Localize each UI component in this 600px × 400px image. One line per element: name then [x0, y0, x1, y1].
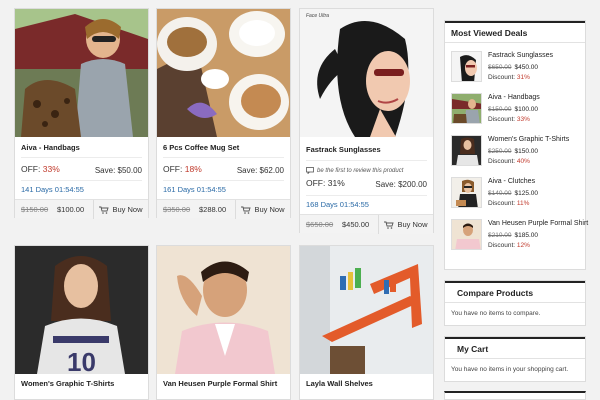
compare-products-title: Compare Products: [445, 281, 585, 303]
deal-discount: Discount: 33%: [488, 116, 530, 123]
deal-item[interactable]: Aiva - Handbags $150.00 $100.00 Discount:…: [451, 93, 583, 125]
deal-countdown: 168 Days 01:54:55: [306, 200, 369, 209]
new-price: $288.00: [199, 205, 227, 214]
deal-item[interactable]: Women's Graphic T-Shirts $250.00 $150.00 …: [451, 135, 583, 167]
old-price: $150.00: [21, 205, 49, 214]
deal-thumbnail[interactable]: [451, 93, 482, 124]
deal-item[interactable]: Van Heusen Purple Formal Shirt $210.00 $1…: [451, 219, 588, 251]
price-bar: $650.00 $450.00 Buy Now: [300, 214, 433, 234]
divider: [306, 160, 427, 161]
deal-name[interactable]: Women's Graphic T-Shirts: [488, 136, 569, 143]
compare-empty-message: You have no items to compare.: [451, 310, 541, 317]
deal-item[interactable]: Aiva - Clutches $140.00 $125.00 Discount:…: [451, 177, 583, 209]
save-amount: Save: $50.00: [94, 166, 142, 175]
cart-icon: [241, 206, 252, 214]
comment-icon: [306, 167, 314, 174]
deal-thumbnail[interactable]: [451, 219, 482, 250]
product-card-coffee-mug-set[interactable]: 6 Pcs Coffee Mug Set OFF: 18% Save: $62.…: [156, 8, 291, 219]
product-card-handbags[interactable]: Aiva - Handbags OFF: 33% Save: $50.00 14…: [14, 8, 149, 219]
review-link[interactable]: be the first to review this product: [306, 167, 403, 174]
most-viewed-deals-title: Most Viewed Deals: [445, 21, 585, 43]
cart-icon: [99, 206, 110, 214]
price-bar: $350.00 $288.00 Buy Now: [157, 199, 290, 219]
buy-now-button[interactable]: Buy Now: [93, 200, 148, 219]
save-amount: Save: $200.00: [375, 180, 427, 189]
product-card-formal-shirt[interactable]: Van Heusen Purple Formal Shirt: [156, 245, 291, 400]
old-price: $350.00: [163, 205, 191, 214]
discount-text: OFF: 31%: [306, 178, 345, 188]
discount-percent: 33%: [42, 164, 60, 174]
new-price: $100.00: [57, 205, 85, 214]
old-price: $650.00: [306, 220, 334, 229]
deal-discount: Discount: 11%: [488, 200, 530, 207]
divider: [21, 180, 142, 181]
discount-text: OFF: 33%: [21, 164, 60, 174]
deal-item[interactable]: Fastrack Sunglasses $650.00 $450.00 Disco…: [451, 51, 583, 83]
product-image-coffee-mug-set[interactable]: [157, 9, 290, 137]
product-image-tshirts[interactable]: 10: [15, 246, 148, 374]
save-amount: Save: $62.00: [236, 166, 284, 175]
deal-price: $140.00 $125.00: [488, 190, 538, 197]
product-grid: Aiva - Handbags OFF: 33% Save: $50.00 14…: [14, 8, 436, 400]
deal-thumbnail[interactable]: [451, 177, 482, 208]
deal-discount: Discount: 40%: [488, 158, 530, 165]
deal-thumbnail[interactable]: [451, 135, 482, 166]
price-bar: $150.00 $100.00 Buy Now: [15, 199, 148, 219]
divider: [21, 157, 142, 158]
product-card-sunglasses[interactable]: Face Ultra Fastrack Sunglasses be the fi…: [299, 8, 434, 234]
product-image-wall-shelves[interactable]: [300, 246, 433, 374]
product-title[interactable]: Women's Graphic T-Shirts: [21, 379, 114, 388]
deal-thumbnail[interactable]: [451, 51, 482, 82]
my-cart-box: My Cart You have no items in your shoppi…: [444, 336, 586, 382]
new-price: $450.00: [342, 220, 370, 229]
image-caption: Face Ultra: [306, 13, 330, 19]
discount-percent: 18%: [184, 164, 202, 174]
product-title[interactable]: 6 Pcs Coffee Mug Set: [163, 143, 239, 152]
product-card-tshirts[interactable]: 10 Women's Graphic T-Shirts: [14, 245, 149, 400]
deal-discount: Discount: 12%: [488, 242, 530, 249]
deal-name[interactable]: Aiva - Handbags: [488, 94, 540, 101]
deal-discount: Discount: 31%: [488, 74, 530, 81]
product-title[interactable]: Aiva - Handbags: [21, 143, 80, 152]
deal-price: $210.00 $185.00: [488, 232, 538, 239]
deal-price: $250.00 $150.00: [488, 148, 538, 155]
divider: [163, 180, 284, 181]
deal-countdown: 141 Days 01:54:55: [21, 185, 84, 194]
product-image-sunglasses[interactable]: Face Ultra: [300, 9, 433, 137]
buy-now-button[interactable]: Buy Now: [235, 200, 290, 219]
deal-countdown: 161 Days 01:54:55: [163, 185, 226, 194]
product-title[interactable]: Van Heusen Purple Formal Shirt: [163, 379, 277, 388]
deal-price: $150.00 $100.00: [488, 106, 538, 113]
deal-price: $650.00 $450.00: [488, 64, 538, 71]
sidebar-next-box-edge: [444, 391, 586, 400]
compare-products-box: Compare Products You have no items to co…: [444, 280, 586, 326]
discount-text: OFF: 18%: [163, 164, 202, 174]
product-image-formal-shirt[interactable]: [157, 246, 290, 374]
product-title[interactable]: Layla Wall Shelves: [306, 379, 373, 388]
product-card-wall-shelves[interactable]: Layla Wall Shelves: [299, 245, 434, 400]
svg-text:10: 10: [67, 347, 96, 374]
divider: [163, 157, 284, 158]
product-image-handbags[interactable]: [15, 9, 148, 137]
deal-name[interactable]: Fastrack Sunglasses: [488, 52, 553, 59]
most-viewed-deals-box: Most Viewed Deals Fastrack Sunglasses $6…: [444, 20, 588, 270]
my-cart-title: My Cart: [445, 337, 585, 359]
divider: [306, 195, 427, 196]
deal-name[interactable]: Aiva - Clutches: [488, 178, 535, 185]
buy-now-button[interactable]: Buy Now: [378, 215, 433, 234]
cart-icon: [384, 221, 395, 229]
cart-empty-message: You have no items in your shopping cart.: [451, 366, 569, 373]
discount-percent: 31%: [327, 178, 345, 188]
product-title[interactable]: Fastrack Sunglasses: [306, 145, 381, 154]
deal-name[interactable]: Van Heusen Purple Formal Shirt: [488, 220, 588, 227]
